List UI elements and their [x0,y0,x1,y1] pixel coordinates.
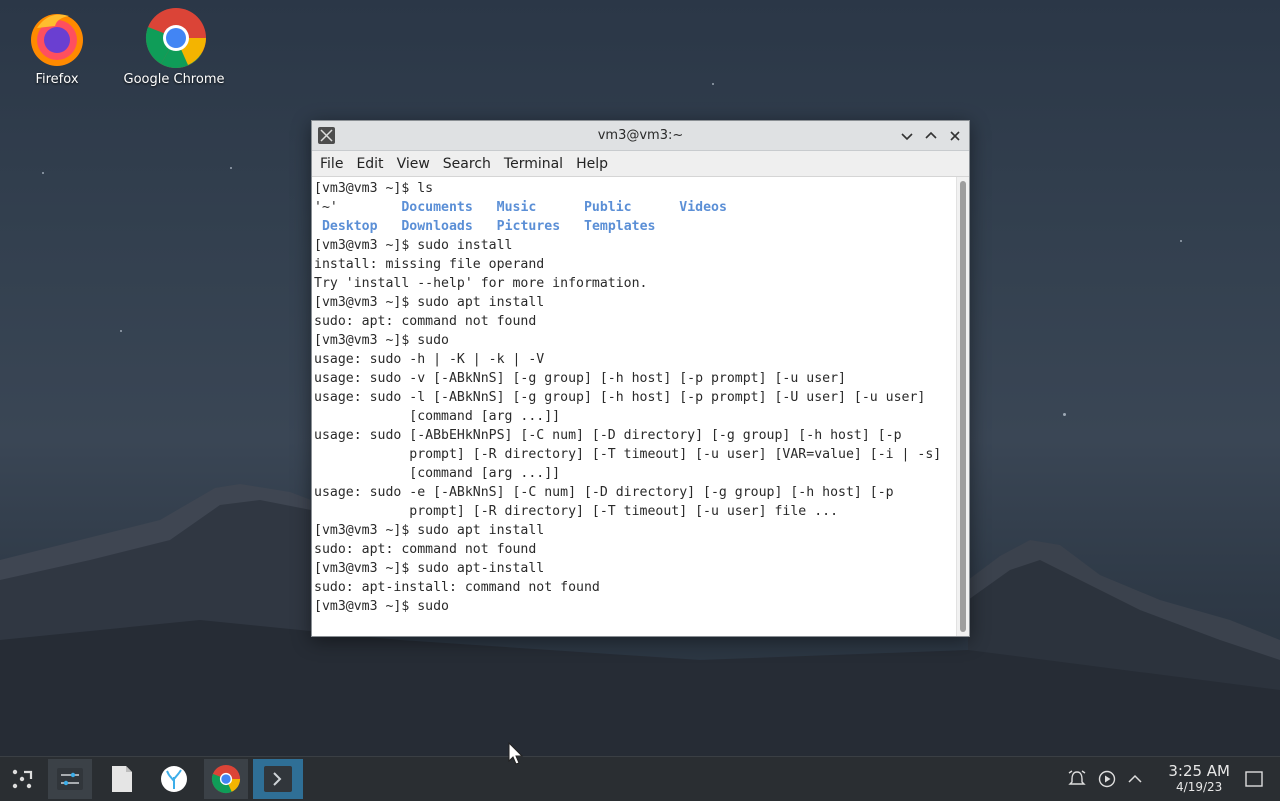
terminal-line: [vm3@vm3 ~]$ sudo install [314,238,513,253]
app-launcher-button[interactable] [0,759,44,799]
clock-date: 4/19/23 [1176,780,1223,794]
terminal-line: usage: sudo -v [-ABkNnS] [-g group] [-h … [314,371,846,386]
terminal-line: sudo: apt: command not found [314,314,537,329]
media-player-tray[interactable] [1096,757,1118,801]
launcher-icon [12,769,33,789]
show-desktop-button[interactable] [1243,757,1265,801]
menu-bar: File Edit View Search Terminal Help [312,151,969,177]
play-circle-icon [1098,770,1116,788]
window-title: vm3@vm3:~ [597,128,684,143]
terminal-line: prompt] [-R directory] [-T timeout] [-u … [314,447,942,462]
menu-view[interactable]: View [391,156,436,172]
alarm-bell-icon [1068,770,1086,785]
scrollbar-thumb[interactable] [960,181,966,632]
terminal-output[interactable]: [vm3@vm3 ~]$ ls '~' Documents Music Publi… [312,177,957,636]
terminal-line: [vm3@vm3 ~]$ sudo [314,333,449,348]
chevron-down-icon [901,133,913,141]
terminal-line: [vm3@vm3 ~]$ ls [314,181,434,196]
chrome-icon [144,8,206,69]
menu-search[interactable]: Search [437,156,497,172]
taskbar-system-settings[interactable] [48,759,92,799]
minimize-button[interactable] [897,126,917,146]
taskbar: 3:25 AM 4/19/23 [0,756,1280,801]
terminal-line: sudo: apt-install: command not found [314,580,600,595]
terminal-line: '~' Documents Music Public Videos [314,200,727,215]
terminal-line: [vm3@vm3 ~]$ sudo apt install [314,523,545,538]
show-hidden-icons-button[interactable] [1125,757,1145,801]
terminal-line: [vm3@vm3 ~]$ sudo apt-install [314,561,545,576]
terminal-window: vm3@vm3:~ File Edit View Search Terminal… [311,120,970,637]
desktop-icon [1245,771,1263,787]
terminal-line: Desktop Downloads Pictures Templates [321,219,656,234]
taskbar-chrome[interactable] [204,759,248,799]
terminal-line: usage: sudo -l [-ABkNnS] [-g group] [-h … [314,390,926,405]
clock-time: 3:25 AM [1168,762,1230,780]
coral-icon [161,766,187,792]
terminal-line: Try 'install --help' for more informatio… [314,276,648,291]
menu-file[interactable]: File [314,156,349,172]
desktop-icon-label: Firefox [35,72,79,87]
terminal-line: usage: sudo -h | -K | -k | -V [314,352,545,367]
desktop-icon-firefox[interactable]: Firefox [2,8,112,87]
terminal-line: [command [arg ...]] [314,466,561,481]
terminal-icon [264,766,292,792]
maximize-button[interactable] [921,126,941,146]
menu-help[interactable]: Help [570,156,614,172]
taskbar-discover[interactable] [152,759,196,799]
desktop-icon-label: Google Chrome [123,72,225,87]
window-titlebar[interactable]: vm3@vm3:~ [312,121,969,151]
chevron-up-icon [1128,774,1142,783]
terminal-line: sudo: apt: command not found [314,542,537,557]
terminal-line: [vm3@vm3 ~]$ sudo [314,599,449,614]
desktop-icon-chrome[interactable]: Google Chrome [119,8,229,87]
terminal-line: [command [arg ...]] [314,409,561,424]
digital-clock[interactable]: 3:25 AM 4/19/23 [1168,762,1230,795]
scrollbar[interactable] [956,177,969,636]
taskbar-terminal[interactable] [253,759,303,799]
terminal-line: usage: sudo [-ABbEHkNnPS] [-C num] [-D d… [314,428,902,443]
menu-terminal[interactable]: Terminal [498,156,569,172]
taskbar-files[interactable] [100,759,144,799]
menu-edit[interactable]: Edit [350,156,389,172]
chevron-up-icon [925,131,937,139]
terminal-line: prompt] [-R directory] [-T timeout] [-u … [314,504,839,519]
terminal-line: [vm3@vm3 ~]$ sudo apt install [314,295,545,310]
mouse-cursor-icon [508,742,524,765]
notifications-tray[interactable] [1066,757,1088,801]
terminal-line: usage: sudo -e [-ABkNnS] [-C num] [-D di… [314,485,894,500]
settings-sliders-icon [57,768,83,790]
close-icon [950,131,960,141]
firefox-icon [27,8,87,68]
chrome-icon [211,764,241,794]
terminal-line: install: missing file operand [314,257,545,272]
file-icon [112,766,132,792]
close-button[interactable] [945,126,965,146]
